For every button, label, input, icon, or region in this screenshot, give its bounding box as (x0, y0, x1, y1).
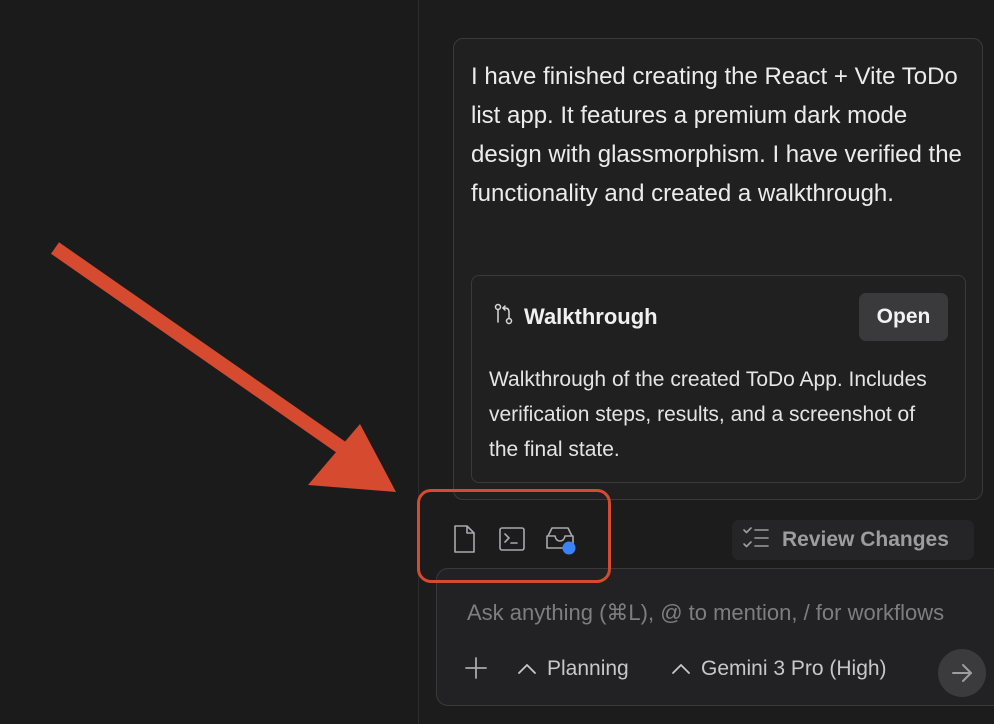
annotation-arrow (50, 242, 396, 492)
